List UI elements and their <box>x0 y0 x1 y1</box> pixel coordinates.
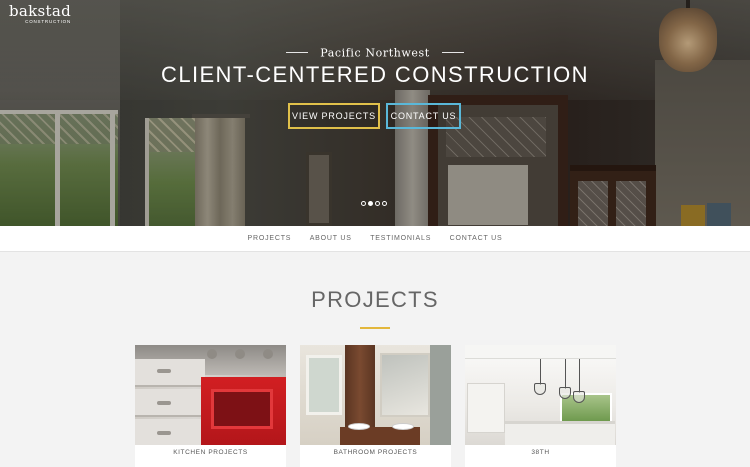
slider-dot-3[interactable] <box>375 201 380 206</box>
project-card-caption: 38TH <box>531 449 550 456</box>
nav-item-about-us[interactable]: ABOUT US <box>310 226 352 252</box>
contact-us-button[interactable]: CONTACT US <box>386 103 461 129</box>
project-card-38th[interactable]: 38TH <box>465 345 616 467</box>
brand-logo[interactable]: bakstad CONSTRUCTION <box>9 4 71 25</box>
kitchen-project-image <box>135 345 286 445</box>
view-projects-button[interactable]: VIEW PROJECTS <box>288 103 380 129</box>
slider-dot-4[interactable] <box>382 201 387 206</box>
main-nav: PROJECTS ABOUT US TESTIMONIALS CONTACT U… <box>0 226 750 252</box>
38th-project-image <box>465 345 616 445</box>
tagline-rule-left <box>285 52 308 54</box>
bathroom-project-image <box>300 345 451 445</box>
hero-tagline: Pacific Northwest <box>0 44 750 62</box>
projects-heading-rule <box>360 327 390 329</box>
hero-slider: bakstad CONSTRUCTION Pacific Northwest C… <box>0 0 750 226</box>
slider-pagination <box>361 201 389 207</box>
projects-heading: PROJECTS <box>311 287 439 312</box>
nav-item-testimonials[interactable]: TESTIMONIALS <box>370 226 431 252</box>
tagline-text: Pacific Northwest <box>320 46 430 60</box>
nav-item-projects[interactable]: PROJECTS <box>248 226 292 252</box>
project-card-caption: KITCHEN PROJECTS <box>173 449 248 456</box>
project-card-bathroom[interactable]: BATHROOM PROJECTS <box>300 345 451 467</box>
brand-name: bakstad <box>9 2 72 20</box>
slider-dot-2[interactable] <box>368 201 373 206</box>
brand-subtitle: CONSTRUCTION <box>25 19 72 24</box>
tagline-rule-right <box>442 52 465 54</box>
hero-headline: CLIENT-CENTERED CONSTRUCTION <box>161 62 589 87</box>
slider-dot-1[interactable] <box>361 201 366 206</box>
project-card-kitchen[interactable]: KITCHEN PROJECTS <box>135 345 286 467</box>
project-card-caption: BATHROOM PROJECTS <box>333 449 418 456</box>
nav-item-contact-us[interactable]: CONTACT US <box>450 226 503 252</box>
